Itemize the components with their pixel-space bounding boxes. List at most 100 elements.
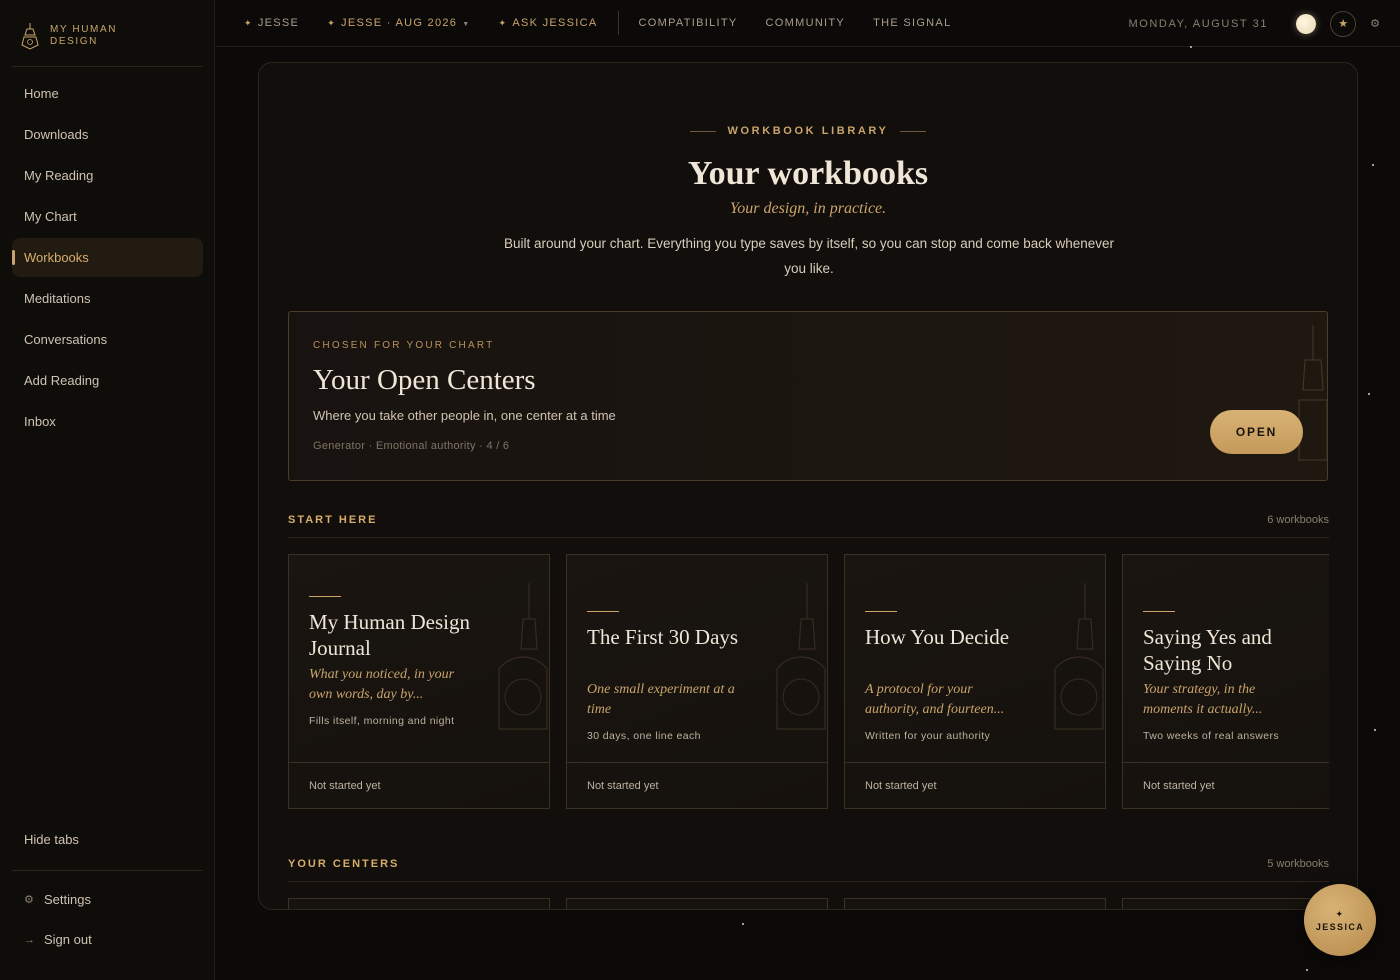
start-here-cards: My Human Design Journal What you noticed…	[288, 554, 1329, 809]
featured-title: Your Open Centers	[313, 364, 536, 396]
hide-tabs-label: Hide tabs	[24, 832, 79, 847]
ask-jessica-link[interactable]: ✦ ASK JESSICA	[498, 17, 597, 29]
card-subtitle: What you noticed, in your own words, day…	[309, 667, 455, 702]
bodygraph-art-icon	[776, 583, 826, 730]
workbook-card-journal[interactable]: My Human Design Journal What you noticed…	[288, 554, 550, 809]
profile-label: JESSE	[257, 17, 300, 29]
card-note: Two weeks of real answers	[1143, 730, 1280, 742]
chevron-down-icon: ▼	[462, 21, 471, 28]
bodygraph-art-icon	[1054, 583, 1104, 730]
page-description: Built around your chart. Everything you …	[503, 236, 1115, 276]
bodygraph-art-icon	[498, 583, 548, 730]
page-title: Your workbooks	[687, 155, 929, 192]
sidebar-item-workbooks[interactable]: Workbooks	[12, 238, 203, 277]
hide-tabs-button[interactable]: Hide tabs	[24, 832, 79, 847]
card-note: Written for your authority	[865, 730, 991, 742]
bodygraph-logo-icon	[21, 23, 39, 50]
workbook-card-first-30-days[interactable]: The First 30 Days One small experiment a…	[566, 554, 828, 809]
section-header-your-centers: YOUR CENTERS 5 workbooks	[288, 854, 1329, 874]
sidebar-nav: Home Downloads My Reading My Chart Workb…	[12, 74, 203, 443]
open-button[interactable]: OPEN	[1210, 410, 1303, 454]
sidebar: MY HUMAN DESIGN Home Downloads My Readin…	[0, 0, 215, 980]
card-title: Saying Yes and Saying No	[1143, 625, 1272, 675]
section-label: START HERE	[288, 514, 378, 526]
sign-out-button[interactable]: → Sign out	[24, 932, 92, 947]
eyebrow-label: WORKBOOK LIBRARY	[727, 125, 889, 137]
star-dot	[1368, 393, 1370, 395]
topbar-right: MONDAY, AUGUST 31 ★ ⚙	[1128, 0, 1380, 47]
card-note: 30 days, one line each	[587, 730, 701, 742]
sidebar-item-conversations[interactable]: Conversations	[12, 320, 203, 359]
compatibility-link[interactable]: COMPATIBILITY	[639, 17, 738, 29]
card-accent	[309, 596, 341, 597]
sparkle-icon: ✦	[1335, 908, 1345, 919]
featured-subtitle: Where you take other people in, one cent…	[313, 408, 616, 423]
moon-icon[interactable]	[1296, 13, 1317, 34]
sparkle-icon: ✦	[327, 18, 337, 28]
the-signal-link[interactable]: THE SIGNAL	[873, 17, 951, 29]
star-icon[interactable]: ★	[1330, 10, 1357, 37]
star-dot	[1190, 46, 1192, 48]
card-title: The First 30 Days	[587, 625, 739, 649]
workbook-card[interactable]	[844, 898, 1106, 909]
sparkle-icon: ✦	[498, 18, 508, 28]
profile-link[interactable]: ✦ JESSE	[244, 17, 299, 29]
brand-name: MY HUMAN DESIGN	[50, 24, 118, 47]
sidebar-item-meditations[interactable]: Meditations	[12, 279, 203, 318]
star-dot	[742, 923, 744, 925]
sidebar-item-inbox[interactable]: Inbox	[12, 402, 203, 441]
card-status: Not started yet	[289, 762, 549, 808]
arrow-right-icon: →	[24, 933, 35, 946]
featured-meta: Generator · Emotional authority · 4 / 6	[313, 440, 510, 452]
sidebar-item-downloads[interactable]: Downloads	[12, 115, 203, 154]
eyebrow-rule	[689, 130, 716, 132]
star-dot	[1374, 729, 1376, 731]
workbook-card-how-you-decide[interactable]: How You Decide A protocol for your autho…	[844, 554, 1106, 809]
current-date: MONDAY, AUGUST 31	[1128, 17, 1269, 30]
gear-icon: ⚙	[24, 894, 34, 906]
sidebar-item-my-chart[interactable]: My Chart	[12, 197, 203, 236]
top-nav: ✦ JESSE ✦ JESSE · AUG 2026 ▼ ✦ ASK JESSICA C…	[216, 0, 1400, 47]
settings-label: Settings	[44, 892, 91, 907]
card-subtitle: A protocol for your authority, and fourt…	[865, 682, 1005, 717]
sidebar-item-add-reading[interactable]: Add Reading	[12, 361, 203, 400]
workbook-card[interactable]	[1122, 898, 1329, 909]
brand-logo-link[interactable]: MY HUMAN DESIGN	[20, 20, 130, 52]
card-status: Not started yet	[1123, 762, 1329, 808]
card-title: How You Decide	[865, 625, 1010, 649]
community-link[interactable]: COMMUNITY	[766, 17, 846, 29]
card-status: Not started yet	[845, 762, 1105, 808]
workbook-card-saying-yes-no[interactable]: Saying Yes and Saying No Your strategy, …	[1122, 554, 1329, 809]
transit-dropdown[interactable]: ✦ JESSE · AUG 2026 ▼	[327, 17, 470, 29]
section-count: 5 workbooks	[1267, 858, 1329, 870]
workbook-card[interactable]	[566, 898, 828, 909]
sparkle-icon: ✦	[244, 18, 253, 28]
ask-jessica-fab[interactable]: ✦ JESSICA	[1304, 884, 1376, 956]
star-dot	[1372, 164, 1374, 166]
card-note: Fills itself, morning and night	[309, 715, 455, 727]
bodygraph-art-icon	[1298, 325, 1327, 461]
topbar-divider	[617, 11, 619, 35]
sidebar-divider	[12, 66, 203, 67]
card-accent	[1143, 611, 1175, 612]
settings-button[interactable]: ⚙ Settings	[24, 892, 91, 907]
featured-kicker: CHOSEN FOR YOUR CHART	[313, 340, 495, 351]
workbook-library-panel: WORKBOOK LIBRARY Your workbooks Your des…	[258, 62, 1358, 910]
section-rule	[288, 537, 1329, 538]
sidebar-item-my-reading[interactable]: My Reading	[12, 156, 203, 195]
card-accent	[865, 611, 897, 612]
section-label: YOUR CENTERS	[288, 858, 400, 870]
sidebar-divider	[12, 870, 203, 871]
sign-out-label: Sign out	[44, 932, 92, 947]
section-count: 6 workbooks	[1267, 514, 1329, 526]
transit-label: JESSE · AUG 2026	[341, 17, 458, 29]
star-dot	[1306, 969, 1308, 971]
section-rule	[288, 881, 1329, 882]
sidebar-item-home[interactable]: Home	[12, 74, 203, 113]
eyebrow: WORKBOOK LIBRARY	[259, 125, 1357, 137]
featured-workbook-card[interactable]: CHOSEN FOR YOUR CHART Your Open Centers …	[288, 311, 1328, 481]
card-subtitle: Your strategy, in the moments it actuall…	[1143, 682, 1263, 717]
workbook-card[interactable]	[288, 898, 550, 909]
jessica-label: JESSICA	[1315, 921, 1365, 932]
gear-icon[interactable]: ⚙	[1370, 17, 1380, 30]
